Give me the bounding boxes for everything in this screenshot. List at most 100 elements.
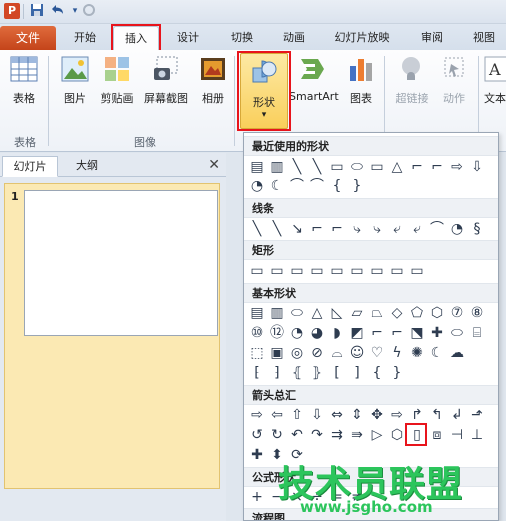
shape-option[interactable]: ✚ xyxy=(248,446,266,464)
shape-option[interactable]: ⌓ xyxy=(328,344,346,362)
slide-thumbnail[interactable] xyxy=(24,190,218,336)
shape-option[interactable]: ◔ xyxy=(248,177,266,195)
shape-option[interactable]: ⬏ xyxy=(468,406,486,424)
shape-option[interactable]: ⦃ xyxy=(288,364,306,382)
shape-option[interactable]: △ xyxy=(308,304,326,322)
shape-option[interactable]: △ xyxy=(388,158,406,176)
shape-option[interactable]: ⊘ xyxy=(308,344,326,362)
tab-animations[interactable]: 动画 xyxy=(272,26,316,50)
shape-option[interactable]: [ xyxy=(328,364,346,382)
shape-option[interactable]: ⇩ xyxy=(468,158,486,176)
shape-option[interactable]: ⟳ xyxy=(288,446,306,464)
shape-option[interactable]: ⤷ xyxy=(348,220,366,238)
shape-option[interactable]: ⌐ xyxy=(408,158,426,176)
tab-review[interactable]: 审阅 xyxy=(410,26,454,50)
shape-option[interactable]: ▤ xyxy=(248,304,266,322)
shape-option[interactable]: ▭ xyxy=(308,262,326,280)
shape-option[interactable]: ⌐ xyxy=(308,220,326,238)
shape-option[interactable]: ⇔ xyxy=(328,406,346,424)
shape-option[interactable]: ▥ xyxy=(268,304,286,322)
undo-icon[interactable] xyxy=(48,3,66,20)
tab-insert[interactable]: 插入 xyxy=(113,26,159,50)
table-button[interactable]: 表格 xyxy=(6,54,42,106)
smartart-button[interactable]: SmartArt xyxy=(289,54,339,103)
shape-option[interactable]: ↲ xyxy=(448,406,466,424)
shape-option[interactable]: ⌐ xyxy=(388,324,406,342)
shape-option[interactable]: ╲ xyxy=(308,158,326,176)
shape-option[interactable]: ⇨ xyxy=(388,406,406,424)
shape-option[interactable]: ▥ xyxy=(268,158,286,176)
shape-option[interactable]: × xyxy=(288,488,306,506)
shape-option[interactable]: ╲ xyxy=(248,220,266,238)
shape-option[interactable]: ▭ xyxy=(348,262,366,280)
shape-option[interactable]: ▭ xyxy=(408,262,426,280)
tab-slides[interactable]: 幻灯片 xyxy=(2,156,58,177)
shape-option[interactable]: ▭ xyxy=(388,262,406,280)
shape-option[interactable]: ⇩ xyxy=(308,406,326,424)
shape-option[interactable]: ⌐ xyxy=(428,158,446,176)
shape-option[interactable]: ⇨ xyxy=(448,158,466,176)
clipart-button[interactable]: 剪贴画 xyxy=(96,54,138,106)
shape-option[interactable]: ⬔ xyxy=(408,324,426,342)
shape-option[interactable]: ⌐ xyxy=(368,324,386,342)
shape-option[interactable]: ◎ xyxy=(288,344,306,362)
shape-option[interactable]: ⇕ xyxy=(348,406,366,424)
shape-option[interactable]: ⇧ xyxy=(288,406,306,424)
tab-design[interactable]: 设计 xyxy=(166,26,210,50)
shape-option[interactable]: ◔ xyxy=(448,220,466,238)
text-button[interactable]: A 文本 xyxy=(482,54,506,106)
shape-option[interactable]: } xyxy=(348,177,366,195)
shape-option[interactable]: ⁅ xyxy=(248,364,266,382)
shape-option[interactable]: ◔ xyxy=(288,324,306,342)
shape-option[interactable]: ▭ xyxy=(368,158,386,176)
shape-option[interactable]: ☺ xyxy=(348,344,366,362)
shape-option[interactable]: ↘ xyxy=(288,220,306,238)
shape-option[interactable]: ↰ xyxy=(428,406,446,424)
shape-option[interactable]: ⇉ xyxy=(328,426,346,444)
hyperlink-button[interactable]: 超链接 xyxy=(390,54,434,106)
shape-option[interactable]: { xyxy=(368,364,386,382)
shape-option[interactable]: ⬭ xyxy=(288,304,306,322)
shape-option[interactable]: ◕ xyxy=(308,324,326,342)
shape-option[interactable]: { xyxy=(328,177,346,195)
shape-option[interactable]: ✥ xyxy=(368,406,386,424)
shape-option[interactable]: ⇛ xyxy=(348,426,366,444)
shape-option[interactable]: ▣ xyxy=(268,344,286,362)
shape-option[interactable]: ⬡ xyxy=(428,304,446,322)
shape-option[interactable]: ⑫ xyxy=(268,324,286,342)
shape-option[interactable]: ⌒ xyxy=(288,177,306,195)
shape-option[interactable]: ▭ xyxy=(328,262,346,280)
shape-option[interactable]: ▭ xyxy=(248,262,266,280)
shape-option[interactable]: ] xyxy=(348,364,366,382)
shape-option[interactable]: ≠ xyxy=(348,488,366,506)
shapes-button[interactable]: 形状 ▾ xyxy=(240,53,288,129)
photo-album-button[interactable]: 相册 xyxy=(196,54,230,106)
shape-option[interactable]: ◩ xyxy=(348,324,366,342)
picture-button[interactable]: 图片 xyxy=(58,54,92,106)
shape-option[interactable]: ⌸ xyxy=(468,324,486,342)
shape-option[interactable]: ↶ xyxy=(288,426,306,444)
shape-option[interactable]: ↺ xyxy=(248,426,266,444)
shape-option[interactable]: ⇦ xyxy=(268,406,286,424)
shape-option[interactable]: ☾ xyxy=(268,177,286,195)
shape-option[interactable]: } xyxy=(388,364,406,382)
shape-option[interactable]: ▭ xyxy=(288,262,306,280)
shape-option[interactable]: ▭ xyxy=(268,262,286,280)
tab-transitions[interactable]: 切换 xyxy=(220,26,264,50)
shape-option[interactable]: ✚ xyxy=(428,324,446,342)
chart-button[interactable]: 图表 xyxy=(344,54,378,106)
shape-option[interactable]: ⌒ xyxy=(308,177,326,195)
shape-option[interactable]: ⁆ xyxy=(268,364,286,382)
action-button[interactable]: 动作 xyxy=(436,54,472,106)
tab-slideshow[interactable]: 幻灯片放映 xyxy=(326,26,398,50)
shape-option[interactable]: ◇ xyxy=(388,304,406,322)
shape-option[interactable]: ╲ xyxy=(288,158,306,176)
shape-option[interactable]: ÷ xyxy=(308,488,326,506)
shape-option[interactable]: ◗ xyxy=(328,324,346,342)
shape-option[interactable]: ⏢ xyxy=(368,304,386,322)
tab-home[interactable]: 开始 xyxy=(63,26,107,50)
slide-thumbnail-item[interactable]: 1 xyxy=(4,183,220,489)
shape-option[interactable]: ⌐ xyxy=(328,220,346,238)
shape-option[interactable]: ⑦ xyxy=(448,304,466,322)
shape-option[interactable]: ⬡ xyxy=(388,426,406,444)
